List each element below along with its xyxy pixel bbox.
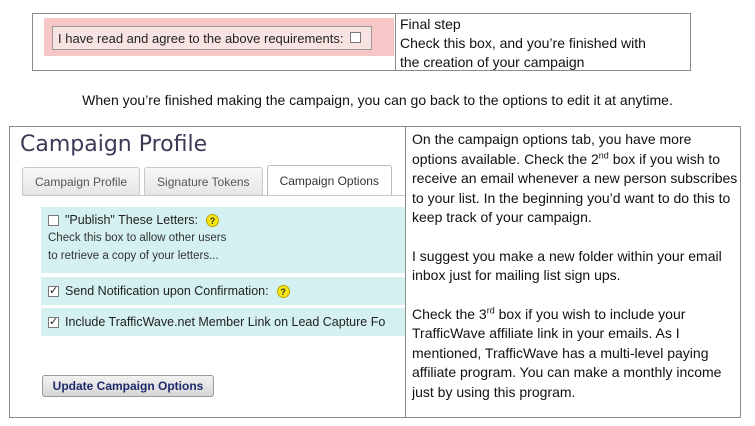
campaign-options-screenshot: Campaign Profile Campaign Profile Signat… (10, 127, 406, 417)
explanation-paragraph-1: On the campaign options tab, you have mo… (412, 130, 740, 228)
explanation-paragraph-2: I suggest you make a new folder within y… (412, 247, 722, 284)
help-icon[interactable]: ? (206, 213, 220, 227)
p3-text-a: Check the 3 (412, 305, 487, 322)
notification-label: Send Notification upon Confirmation: (65, 284, 269, 298)
tab-campaign-profile[interactable]: Campaign Profile (22, 167, 141, 195)
explanation-cell: On the campaign options tab, you have mo… (406, 127, 740, 417)
explanation-paragraph-3: Check the 3rd box if you wish to include… (412, 305, 740, 403)
option-member-link: Include TrafficWave.net Member Link on L… (41, 308, 405, 336)
agreement-label: I have read and agree to the above requi… (58, 30, 344, 46)
agreement-highlight: I have read and agree to the above requi… (44, 18, 394, 56)
final-step-cell: Final step Check this box, and you’re fi… (396, 14, 690, 70)
middle-instruction: When you’re finished making the campaign… (82, 92, 673, 108)
update-campaign-options-button[interactable]: Update Campaign Options (42, 375, 214, 397)
top-table: I have read and agree to the above requi… (32, 13, 691, 71)
final-step-line-3: the creation of your campaign (400, 54, 585, 70)
p3-sup: rd (486, 304, 495, 315)
page-title: Campaign Profile (20, 132, 208, 157)
member-link-label: Include TrafficWave.net Member Link on L… (65, 315, 386, 329)
tab-signature-tokens[interactable]: Signature Tokens (144, 167, 263, 195)
final-step-line-1: Final step (400, 16, 461, 32)
agreement-cell: I have read and agree to the above requi… (33, 14, 396, 70)
publish-description-line-1: Check this box to allow other users (48, 232, 227, 244)
tab-campaign-options[interactable]: Campaign Options (266, 165, 392, 195)
option-notification: Send Notification upon Confirmation: ? (41, 277, 405, 305)
agreement-row: I have read and agree to the above requi… (52, 26, 372, 50)
publish-checkbox[interactable] (48, 214, 59, 226)
tab-bar: Campaign Profile Signature Tokens Campai… (22, 165, 396, 195)
agreement-checkbox[interactable] (350, 32, 361, 43)
p1-sup: nd (598, 149, 609, 160)
final-step-line-2: Check this box, and you’re finished with (400, 35, 646, 51)
publish-label: "Publish" These Letters: (65, 213, 199, 227)
member-link-checkbox[interactable] (48, 315, 59, 328)
help-icon[interactable]: ? (276, 284, 290, 298)
option-publish: "Publish" These Letters: ? Check this bo… (41, 207, 405, 273)
publish-description: Check this box to allow other users to r… (48, 229, 405, 265)
publish-description-line-2: to retrieve a copy of your letters... (48, 250, 219, 262)
tab-divider (22, 195, 405, 196)
notification-checkbox[interactable] (48, 284, 59, 297)
bottom-table: Campaign Profile Campaign Profile Signat… (9, 126, 741, 418)
